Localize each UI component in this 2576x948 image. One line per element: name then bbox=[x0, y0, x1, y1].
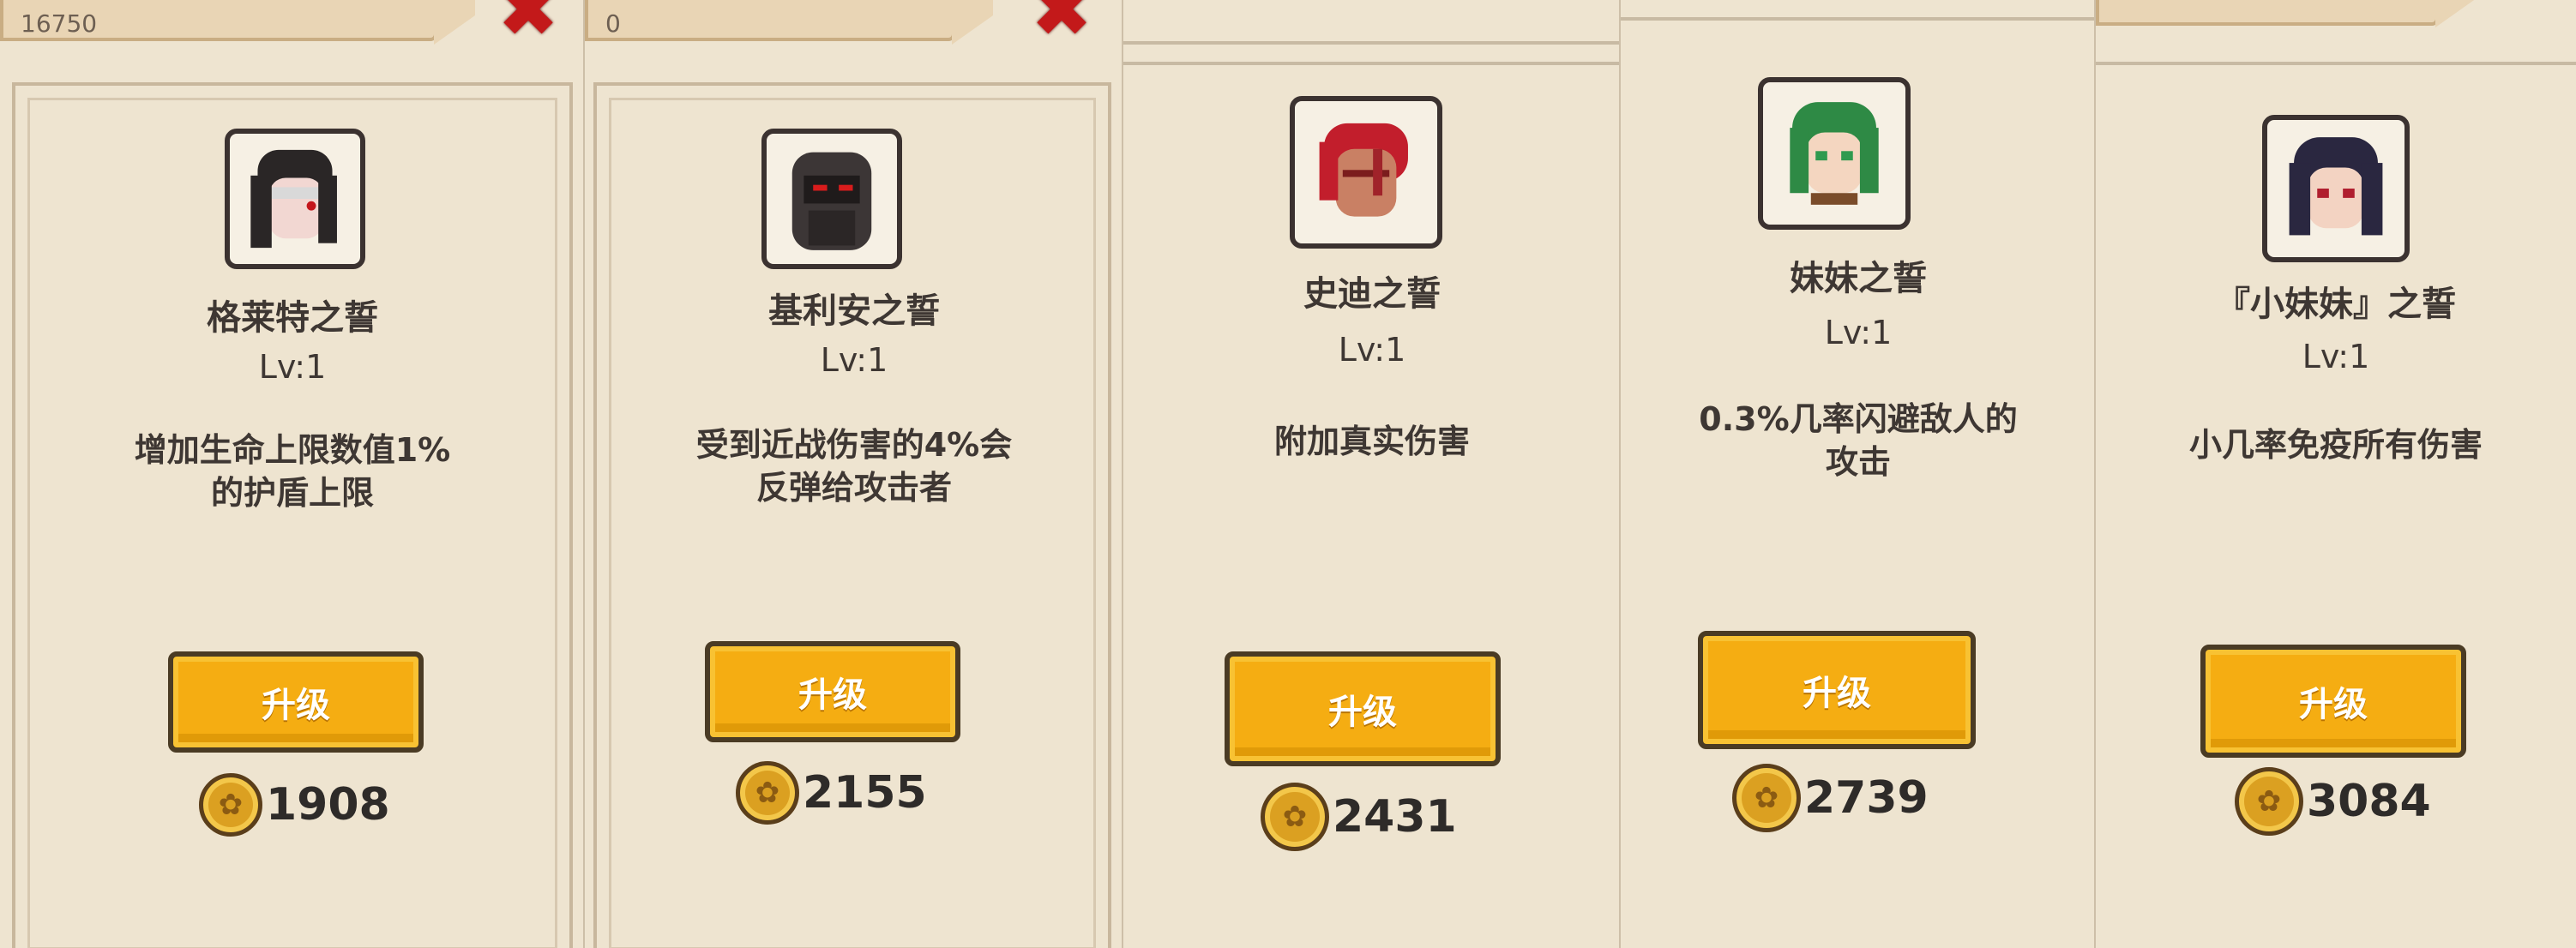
header-line bbox=[1123, 62, 1621, 65]
card-level: Lv:1 bbox=[820, 341, 888, 379]
grey-haired-man-portrait-icon bbox=[250, 149, 337, 249]
close-button[interactable]: ✖ bbox=[1022, 0, 1101, 48]
coin-icon: ✿ bbox=[1732, 764, 1801, 832]
upgrade-cost: ✿ 2739 bbox=[1732, 764, 1929, 832]
cost-value: 3084 bbox=[2307, 776, 2431, 827]
upgrade-button-label: 升级 bbox=[798, 675, 867, 715]
coin-icon: ✿ bbox=[736, 761, 799, 825]
upgrade-button[interactable]: 升级 bbox=[168, 651, 424, 753]
cost-value: 2431 bbox=[1333, 791, 1457, 843]
header-line bbox=[1123, 41, 1621, 45]
portrait-dark-armored-knight bbox=[761, 129, 902, 269]
card-level: Lv:1 bbox=[2302, 338, 2370, 375]
portrait-green-haired-girl bbox=[1758, 77, 1911, 230]
card-title: 史迪之誓 bbox=[1303, 274, 1441, 314]
oath-panel-2: 0 ✖ 基利安之誓 Lv:1 受到近战伤害的4%会 反弹给攻击者 升级 ✿ 21… bbox=[585, 0, 1123, 948]
card-title: 基利安之誓 bbox=[768, 291, 940, 331]
card-description: 小几率免疫所有伤害 bbox=[2188, 426, 2483, 464]
upgrade-cost: ✿ 2155 bbox=[736, 759, 927, 826]
upgrade-button-label: 升级 bbox=[262, 686, 330, 725]
resource-counter: 16750 bbox=[21, 9, 98, 38]
dark-armored-knight-portrait-icon bbox=[791, 152, 872, 250]
header-line bbox=[2096, 62, 2576, 65]
card-level: Lv:1 bbox=[258, 348, 327, 386]
oath-panel-3: 史迪之誓 Lv:1 附加真实伤害 升级 ✿ 2431 bbox=[1123, 0, 1621, 948]
coin-icon: ✿ bbox=[2235, 767, 2303, 836]
card-description: 0.3%几率闪避敌人的 攻击 bbox=[1699, 400, 2018, 481]
header-line bbox=[1621, 17, 2096, 21]
resource-ribbon: 16750 bbox=[0, 0, 475, 45]
cost-value: 2155 bbox=[803, 767, 927, 819]
resource-counter: 0 bbox=[605, 9, 621, 38]
upgrade-button[interactable]: 升级 bbox=[1698, 631, 1976, 749]
card-description: 增加生命上限数值1% 的护盾上限 bbox=[134, 431, 451, 512]
upgrade-button-label: 升级 bbox=[1803, 674, 1871, 713]
cost-value: 2739 bbox=[1804, 772, 1929, 824]
resource-ribbon: 0 bbox=[585, 0, 993, 45]
upgrade-button-label: 升级 bbox=[1328, 693, 1397, 732]
upgrade-button-label: 升级 bbox=[2299, 685, 2368, 724]
oath-panel-1: 16750 ✖ 格莱特之誓 Lv:1 增加生命上限数值1% 的护盾上限 升级 ✿… bbox=[0, 0, 585, 948]
upgrade-button[interactable]: 升级 bbox=[2200, 645, 2466, 758]
portrait-grey-haired-man bbox=[225, 129, 365, 269]
green-haired-girl-portrait-icon bbox=[1790, 102, 1879, 205]
dark-haired-girl-portrait-icon bbox=[2289, 137, 2383, 236]
upgrade-button[interactable]: 升级 bbox=[1225, 651, 1501, 766]
upgrade-button[interactable]: 升级 bbox=[705, 641, 960, 742]
cost-value: 1908 bbox=[266, 779, 390, 831]
card-title: 『小妹妹』之誓 bbox=[2216, 285, 2456, 324]
coin-icon: ✿ bbox=[1261, 783, 1329, 851]
oath-panel-4: 妹妹之誓 Lv:1 0.3%几率闪避敌人的 攻击 升级 ✿ 2739 bbox=[1621, 0, 2096, 948]
upgrade-cost: ✿ 1908 bbox=[199, 771, 390, 838]
coin-icon: ✿ bbox=[199, 773, 262, 837]
upgrade-cost: ✿ 2431 bbox=[1261, 783, 1457, 851]
oath-panel-5: 『小妹妹』之誓 Lv:1 小几率免疫所有伤害 升级 ✿ 3084 bbox=[2096, 0, 2576, 948]
card-level: Lv:1 bbox=[1338, 331, 1406, 369]
portrait-red-haired-warrior bbox=[1290, 96, 1442, 249]
upgrade-cost: ✿ 3084 bbox=[2235, 767, 2431, 836]
portrait-dark-haired-girl bbox=[2262, 115, 2410, 262]
card-title: 妹妹之誓 bbox=[1790, 259, 1927, 298]
resource-ribbon bbox=[2096, 0, 2477, 27]
card-description: 附加真实伤害 bbox=[1273, 423, 1470, 460]
red-haired-warrior-portrait-icon bbox=[1319, 123, 1408, 217]
card-title: 格莱特之誓 bbox=[207, 298, 378, 338]
card-level: Lv:1 bbox=[1824, 314, 1893, 351]
close-button[interactable]: ✖ bbox=[489, 0, 568, 48]
card-description: 受到近战伤害的4%会 反弹给攻击者 bbox=[695, 426, 1013, 507]
